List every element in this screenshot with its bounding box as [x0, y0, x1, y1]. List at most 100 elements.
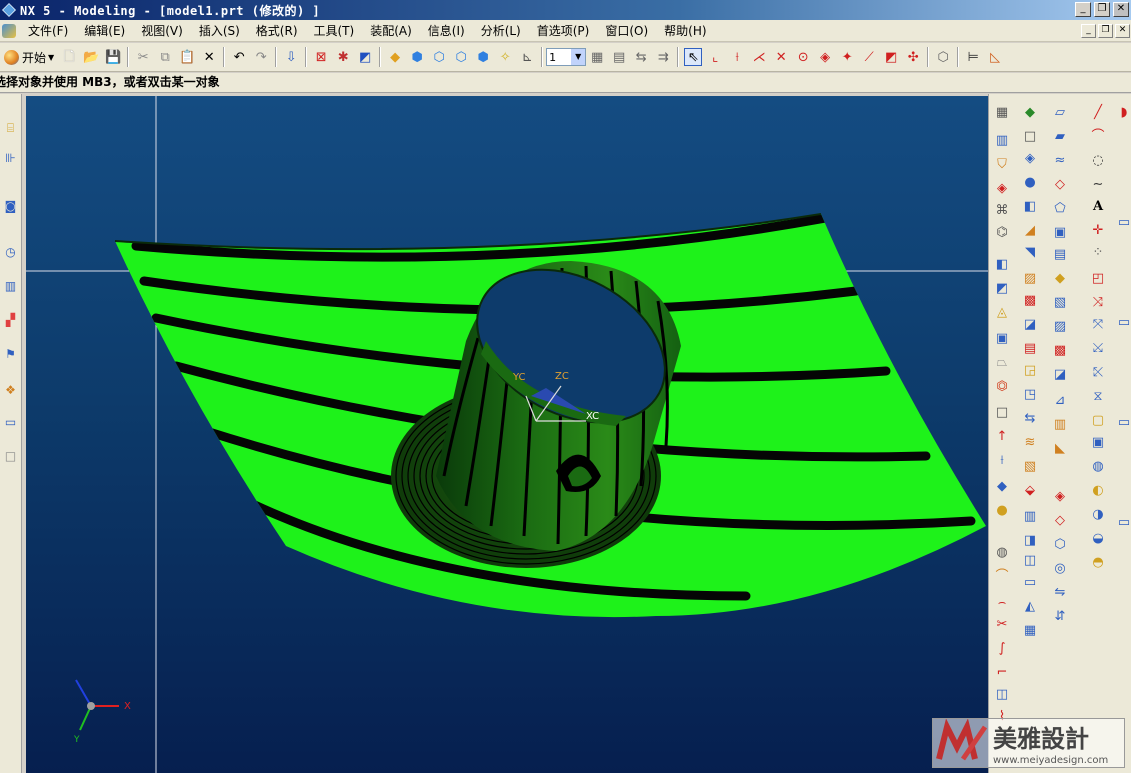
trimmed-sheet-icon[interactable]: ▩: [1051, 342, 1069, 360]
intersection-snap-icon[interactable]: ✕: [772, 48, 790, 66]
point-icon[interactable]: ●: [993, 502, 1011, 520]
thread-icon[interactable]: ≋: [1021, 434, 1039, 452]
layer-settings-icon[interactable]: ▦: [588, 48, 606, 66]
sketch-icon[interactable]: ⊠: [312, 48, 330, 66]
scale-body-icon[interactable]: ⬙: [1021, 482, 1039, 500]
document-icon[interactable]: [2, 23, 16, 38]
curve-on-surface-icon[interactable]: ◒: [1089, 530, 1107, 548]
box-icon[interactable]: ◧: [1021, 198, 1039, 216]
visible-layers-icon[interactable]: ▤: [610, 48, 628, 66]
roles-icon[interactable]: ⚑: [2, 346, 19, 363]
trim-curve-icon[interactable]: ✂: [993, 616, 1011, 634]
spline-icon[interactable]: ∼: [1089, 176, 1107, 194]
project-curve-icon[interactable]: ⤧: [1089, 316, 1107, 334]
shaded-edges-icon[interactable]: ⬡: [430, 48, 448, 66]
title-bar[interactable]: NX 5 - Modeling - [model1.prt (修改的) ] _ …: [0, 0, 1131, 20]
cylinder-icon[interactable]: ◩: [993, 280, 1011, 298]
datum-plane-icon[interactable]: □: [993, 404, 1011, 422]
shell-icon[interactable]: ▨: [1021, 270, 1039, 288]
studio-icon[interactable]: ✧: [496, 48, 514, 66]
basic-point-icon[interactable]: ✛: [1089, 222, 1107, 240]
feature-icon[interactable]: ✱: [334, 48, 352, 66]
select-icon[interactable]: ⇖: [684, 48, 703, 66]
cone-icon[interactable]: ◬: [993, 304, 1011, 322]
block-icon[interactable]: ◧: [993, 256, 1011, 274]
midpoint-snap-icon[interactable]: ⟊: [728, 48, 746, 66]
existing-point-snap-icon[interactable]: ✦: [838, 48, 856, 66]
menu-preferences[interactable]: 首选项(P): [529, 22, 598, 39]
blank-panel-icon[interactable]: □: [2, 448, 19, 465]
arc-center-snap-icon[interactable]: ⊙: [794, 48, 812, 66]
cut-icon[interactable]: ✂: [134, 48, 152, 66]
reuse-library-icon[interactable]: ❖: [2, 382, 19, 399]
menu-information[interactable]: 信息(I): [420, 22, 473, 39]
palette-icon[interactable]: ▞: [2, 312, 19, 329]
ruled-icon[interactable]: ◇: [1051, 176, 1069, 194]
datum-axis-icon[interactable]: ↑: [993, 428, 1011, 446]
point-set-icon[interactable]: ◆: [993, 478, 1011, 496]
more-tools-icon[interactable]: ◗: [1115, 104, 1131, 122]
start-button[interactable]: 开始 ▼: [0, 46, 58, 68]
redo-icon[interactable]: ↷: [252, 48, 270, 66]
rectangle-icon[interactable]: □: [1021, 128, 1039, 146]
text-icon[interactable]: A: [1089, 198, 1107, 216]
mirror-icon[interactable]: ⇆: [1021, 410, 1039, 428]
arc-icon[interactable]: ⌒: [1089, 128, 1107, 146]
doc-minimize-button[interactable]: _: [1081, 24, 1096, 38]
extension-icon[interactable]: ▨: [1051, 318, 1069, 336]
control-point-snap-icon[interactable]: ⋌: [750, 48, 768, 66]
menu-view[interactable]: 视图(V): [133, 22, 191, 39]
more-tools-icon[interactable]: ▭: [1115, 214, 1131, 232]
more-tools-icon[interactable]: ▭: [1115, 414, 1131, 432]
pocket-icon[interactable]: ⌬: [993, 224, 1011, 242]
revolve-icon[interactable]: ⛉: [993, 156, 1011, 174]
through-curves-icon[interactable]: ▱: [1051, 104, 1069, 122]
undo-icon[interactable]: ↶: [230, 48, 248, 66]
measure-icon[interactable]: ◍: [993, 544, 1011, 562]
menu-window[interactable]: 窗口(O): [597, 22, 656, 39]
command-finder-icon[interactable]: ⇩: [282, 48, 300, 66]
point-on-face-snap-icon[interactable]: ◩: [882, 48, 900, 66]
chevron-down-icon[interactable]: ▼: [571, 49, 586, 65]
doc-close-button[interactable]: ✕: [1115, 24, 1130, 38]
part-navigator-icon[interactable]: ⊪: [2, 150, 19, 167]
wrap-curve-icon[interactable]: ◐: [1089, 482, 1107, 500]
graphics-window[interactable]: YC ZC XC X Y: [26, 96, 988, 773]
helix-icon[interactable]: ◰: [1089, 270, 1107, 288]
thicken-icon[interactable]: ▥: [1021, 508, 1039, 526]
new-icon[interactable]: 🗋: [60, 48, 78, 66]
menu-tools[interactable]: 工具(T): [306, 22, 363, 39]
emboss-icon[interactable]: ◭: [1021, 598, 1039, 616]
more-tools-icon[interactable]: ▭: [1115, 514, 1131, 532]
section-curve-icon[interactable]: ⧖: [1089, 388, 1107, 406]
copy-icon[interactable]: ⧉: [156, 48, 174, 66]
menu-help[interactable]: 帮助(H): [656, 22, 714, 39]
display-icon[interactable]: ▭: [2, 414, 19, 431]
menu-edit[interactable]: 编辑(E): [76, 22, 133, 39]
trim-body-icon[interactable]: ⏢: [993, 354, 1011, 372]
bounded-grid-snap-icon[interactable]: ✣: [904, 48, 922, 66]
menu-analysis[interactable]: 分析(L): [473, 22, 529, 39]
delete-icon[interactable]: ✕: [200, 48, 218, 66]
split-body-icon[interactable]: ⏣: [993, 378, 1011, 396]
extract-curve-icon[interactable]: ▣: [1089, 434, 1107, 452]
offset-face-icon[interactable]: ▧: [1021, 458, 1039, 476]
menu-file[interactable]: 文件(F): [20, 22, 76, 39]
endpoint-snap-icon[interactable]: ⌞: [706, 48, 724, 66]
menu-insert[interactable]: 插入(S): [191, 22, 248, 39]
intersection-curve-icon[interactable]: ⤪: [1089, 364, 1107, 382]
circle-icon[interactable]: ◌: [1089, 152, 1107, 170]
isoparametric-curve-icon[interactable]: ▢: [1089, 412, 1107, 430]
face-analysis-icon[interactable]: ⊾: [518, 48, 536, 66]
studio-surface-icon[interactable]: ◣: [1051, 440, 1069, 458]
render-style-icon[interactable]: ◆: [386, 48, 404, 66]
through-mesh-icon[interactable]: ▰: [1051, 128, 1069, 146]
extend-curve-icon[interactable]: ⌐: [993, 664, 1011, 682]
swept-icon[interactable]: ≈: [1051, 152, 1069, 170]
part-navigator-icon[interactable]: ◩: [356, 48, 374, 66]
view-options-icon[interactable]: ⬡: [934, 48, 952, 66]
pattern-icon[interactable]: ◳: [1021, 386, 1039, 404]
global-shaping-icon[interactable]: ◎: [1051, 560, 1069, 578]
match-edge-icon[interactable]: ⇋: [1051, 584, 1069, 602]
simplify-curve-icon[interactable]: ◑: [1089, 506, 1107, 524]
